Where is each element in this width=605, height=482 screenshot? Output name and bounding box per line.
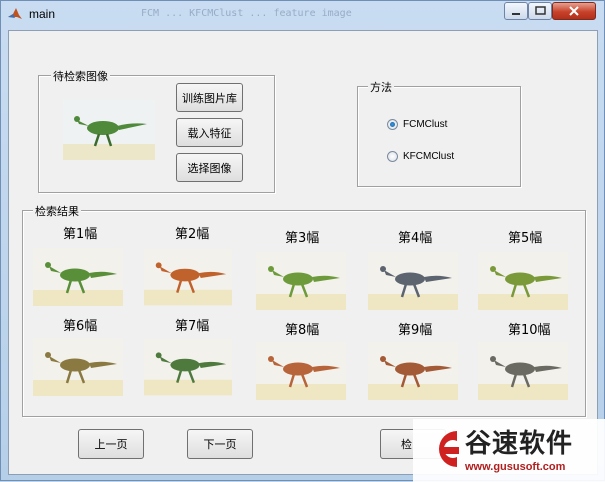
result-caption-3: 第3幅 (285, 231, 320, 246)
radio-kfcmclust-label: KFCMClust (403, 151, 455, 162)
result-caption-7: 第7幅 (175, 319, 210, 334)
dinosaur-icon (63, 100, 155, 160)
radio-fcmclust-label: FCMClust (403, 119, 448, 130)
radio-button-selected[interactable] (387, 119, 398, 130)
dinosaur-icon (478, 252, 568, 310)
query-panel-label: 待检索图像 (51, 68, 110, 84)
dinosaur-icon (256, 342, 346, 400)
query-image-panel: 待检索图像 训练图片库 载入特征 选择图像 (38, 68, 275, 193)
watermark: 谷速软件 www.gususoft.com (413, 419, 605, 482)
result-caption-9: 第9幅 (398, 323, 433, 338)
method-panel: 方法 FCMClust KFCMClust (357, 79, 521, 187)
result-caption-2: 第2幅 (175, 227, 210, 242)
result-caption-8: 第8幅 (285, 323, 320, 338)
result-image-3[interactable] (256, 252, 346, 310)
dinosaur-icon (256, 252, 346, 310)
query-dino-body (87, 121, 119, 135)
dinosaur-icon (368, 252, 458, 310)
main-window: main FCM ... KFCMClust ... feature image… (0, 0, 605, 482)
result-caption-1: 第1幅 (63, 227, 98, 242)
matlab-icon (7, 6, 23, 22)
result-caption-5: 第5幅 (508, 231, 543, 246)
result-image-1[interactable] (33, 248, 123, 306)
dinosaur-icon (478, 342, 568, 400)
method-panel-label: 方法 (368, 79, 394, 95)
close-button[interactable] (552, 2, 596, 20)
watermark-text: 谷速软件 (465, 429, 574, 459)
select-image-button[interactable]: 选择图像 (176, 153, 243, 182)
dinosaur-icon (144, 248, 232, 306)
maximize-button[interactable] (528, 2, 552, 20)
dinosaur-icon (33, 338, 123, 396)
results-panel: 检索结果 第1幅 第2幅 第3幅 第4幅 第5幅第6幅 第7幅 第8幅 第9幅 第10幅 (22, 203, 586, 417)
window-title-ghost: FCM ... KFCMClust ... feature image (141, 8, 352, 19)
radio-fcmclust[interactable]: FCMClust (387, 119, 447, 130)
window-title: main (29, 7, 56, 21)
result-caption-4: 第4幅 (398, 231, 433, 246)
result-image-9[interactable] (368, 342, 458, 400)
dinosaur-icon (144, 338, 232, 396)
watermark-url: www.gususoft.com (465, 461, 566, 473)
title-bar: main FCM ... KFCMClust ... feature image (1, 1, 604, 29)
dinosaur-icon (33, 248, 123, 306)
result-caption-10: 第10幅 (508, 323, 551, 338)
minimize-button[interactable] (504, 2, 528, 20)
load-features-button[interactable]: 载入特征 (176, 118, 243, 147)
prev-page-button[interactable]: 上一页 (78, 429, 144, 459)
result-caption-6: 第6幅 (63, 319, 98, 334)
train-library-button[interactable]: 训练图片库 (176, 83, 243, 112)
result-image-6[interactable] (33, 338, 123, 396)
radio-button[interactable] (387, 151, 398, 162)
result-image-5[interactable] (478, 252, 568, 310)
radio-kfcmclust[interactable]: KFCMClust (387, 151, 454, 162)
query-image (63, 100, 155, 160)
result-image-4[interactable] (368, 252, 458, 310)
result-image-2[interactable] (144, 248, 232, 306)
next-page-button[interactable]: 下一页 (187, 429, 253, 459)
result-image-10[interactable] (478, 342, 568, 400)
result-image-8[interactable] (256, 342, 346, 400)
result-image-7[interactable] (144, 338, 232, 396)
results-panel-label: 检索结果 (33, 203, 81, 219)
dinosaur-icon (368, 342, 458, 400)
figure-client-area: 待检索图像 训练图片库 载入特征 选择图像 方法 FCMClust KFCMCl… (8, 30, 598, 475)
